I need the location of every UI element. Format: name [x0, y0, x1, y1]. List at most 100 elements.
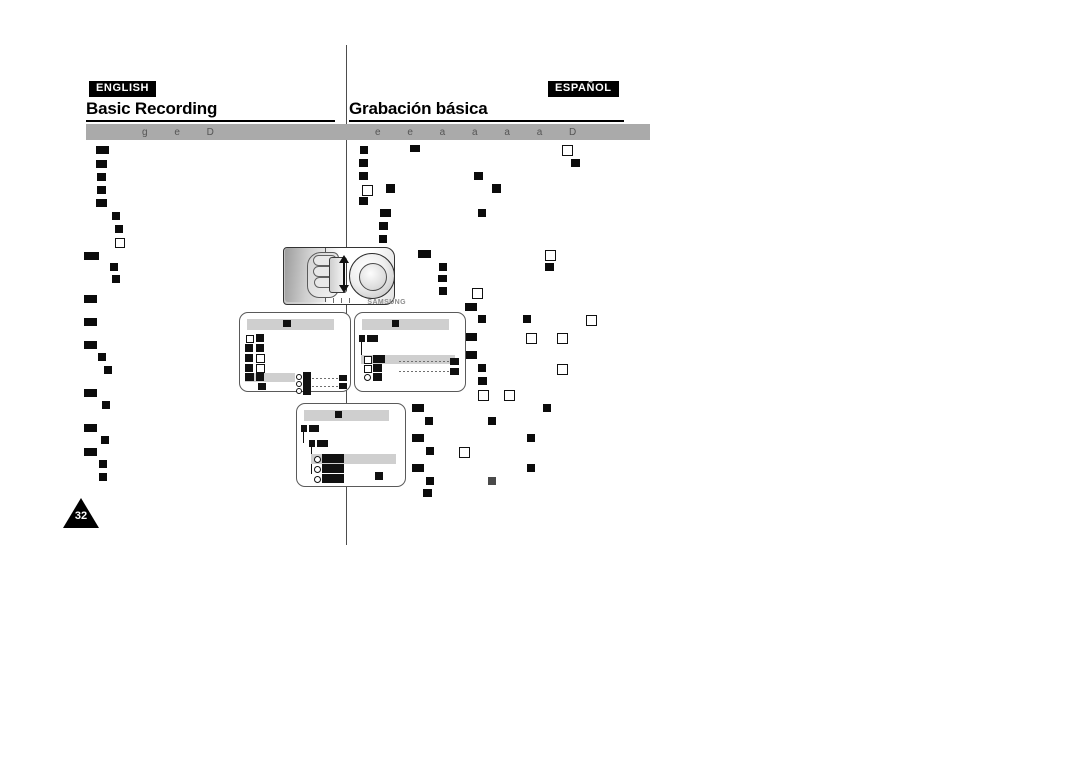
language-badge-spanish: ESPAÑOL: [548, 81, 619, 97]
text-mark: [98, 353, 106, 361]
text-mark: [386, 184, 395, 193]
text-mark: [115, 225, 123, 233]
osd-bullet-icon: [309, 440, 315, 447]
osd-bullet-icon: [314, 476, 321, 483]
osd-radio-icon: [296, 374, 302, 380]
text-mark: [102, 401, 110, 409]
osd-leader-line: [312, 386, 340, 387]
page-number-badge: 32: [63, 498, 99, 528]
text-mark: [84, 318, 97, 326]
text-mark: [379, 222, 388, 230]
text-mark: [488, 417, 496, 425]
text-mark: [557, 333, 568, 344]
osd-item-mark: [258, 383, 266, 390]
osd-value-mark: [339, 383, 347, 389]
text-mark: [412, 404, 424, 412]
text-mark: [438, 275, 447, 282]
text-mark: [412, 464, 424, 472]
osd-title-bar: [304, 410, 389, 421]
title-rule-english: [86, 120, 335, 122]
title-rule-spanish: [349, 120, 624, 122]
subtitle-bar-english: g e D: [86, 124, 391, 140]
text-mark: [545, 263, 554, 271]
osd-leader-line: [312, 378, 340, 379]
body-tick-icon: [341, 298, 342, 303]
text-mark: [379, 235, 387, 243]
text-mark: [586, 315, 597, 326]
text-mark: [504, 390, 515, 401]
osd-item-mark: [317, 440, 328, 447]
osd-value-mark: [339, 375, 347, 381]
text-mark: [359, 159, 368, 167]
text-mark: [380, 209, 391, 217]
text-mark: [96, 146, 109, 154]
osd-item-mark: [256, 334, 264, 342]
text-mark: [478, 377, 487, 385]
arrow-up-icon: [339, 255, 349, 263]
osd-title-text-mark: [392, 320, 399, 327]
text-mark: [84, 295, 97, 303]
page-title-spanish: Grabación básica: [349, 99, 488, 118]
body-tick-icon: [333, 298, 334, 303]
text-mark: [526, 333, 537, 344]
subtitle-bar-spanish: e e a a a a D: [349, 124, 650, 140]
osd-item-mark: [309, 425, 319, 432]
osd-option-mark: [303, 372, 311, 380]
arrow-down-icon: [339, 285, 349, 293]
text-mark: [545, 250, 556, 261]
osd-value-mark: [375, 472, 383, 480]
text-mark: [425, 417, 433, 425]
text-mark: [459, 447, 470, 458]
text-mark: [474, 172, 483, 180]
osd-item-mark: [322, 474, 344, 483]
body-tick-icon: [349, 298, 350, 303]
osd-bullet-icon: [359, 335, 365, 342]
osd-item-mark: [373, 364, 382, 372]
text-mark: [360, 146, 368, 154]
text-mark: [84, 341, 97, 349]
osd-item-mark: [256, 373, 264, 381]
text-mark: [359, 197, 368, 205]
arrow-stem-icon: [343, 262, 345, 286]
text-mark: [465, 303, 477, 311]
text-mark: [418, 250, 431, 258]
osd-title-text-mark: [283, 320, 291, 327]
language-badge-english: ENGLISH: [89, 81, 157, 97]
text-mark: [478, 390, 489, 401]
manual-page: ENGLISH Basic Recording g e D ESPAÑOL Gr…: [0, 0, 1080, 763]
text-mark: [562, 145, 573, 156]
text-mark: [426, 477, 434, 485]
osd-bullet-icon: [245, 344, 253, 352]
text-mark: [96, 199, 107, 207]
text-mark: [523, 315, 531, 323]
text-mark: [478, 315, 486, 323]
text-mark: [412, 434, 424, 442]
text-mark: [96, 160, 107, 168]
text-mark: [362, 185, 373, 196]
text-mark: [84, 252, 99, 260]
osd-title-bar: [362, 319, 449, 330]
osd-main-menu-screen: [239, 312, 351, 395]
text-mark: [99, 460, 107, 468]
osd-item-mark: [256, 344, 264, 352]
osd-bullet-icon: [246, 335, 254, 343]
osd-submenu-screen: [354, 312, 466, 392]
osd-bullet-icon: [245, 354, 253, 362]
text-mark: [110, 263, 118, 271]
text-mark: [410, 145, 420, 152]
text-mark: [488, 477, 496, 485]
osd-bullet-icon: [364, 374, 371, 381]
text-mark: [99, 473, 107, 481]
osd-item-mark: [322, 464, 344, 473]
osd-bullet-icon: [364, 356, 372, 364]
text-mark: [97, 186, 106, 194]
text-mark: [478, 209, 486, 217]
osd-option-mark: [303, 387, 311, 395]
osd-leader-line: [399, 371, 449, 372]
osd-tree-line: [303, 432, 304, 443]
text-mark: [112, 275, 120, 283]
osd-item-mark: [367, 335, 378, 342]
text-mark: [423, 489, 432, 497]
text-mark: [557, 364, 568, 375]
text-mark: [571, 159, 580, 167]
